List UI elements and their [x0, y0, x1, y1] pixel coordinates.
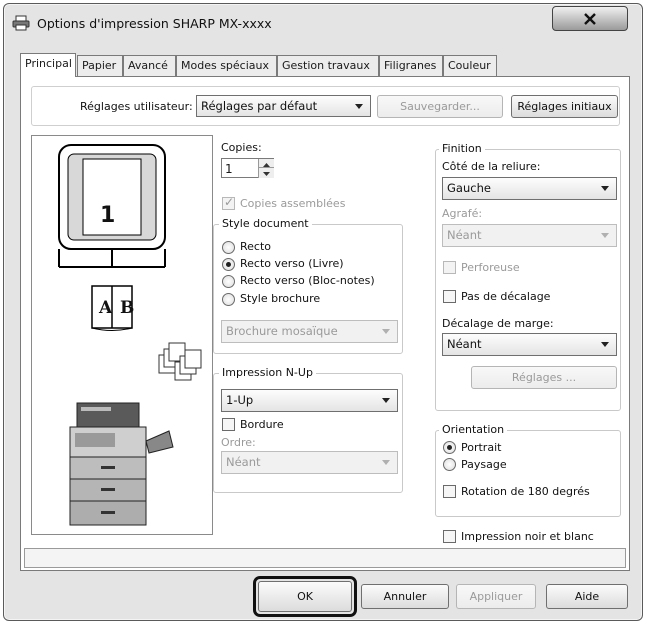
orientation-legend: Orientation	[439, 423, 508, 436]
print-preview-illustration	[58, 144, 202, 526]
order-label: Ordre:	[221, 436, 256, 449]
tab-gestion-travaux[interactable]: Gestion travaux	[277, 55, 379, 76]
arrow-down-icon	[263, 172, 270, 176]
preview-page-number: 1	[100, 203, 116, 228]
recto-label: Recto	[240, 240, 272, 253]
preview-book-left: A	[99, 298, 113, 318]
copies-value: 1	[225, 162, 233, 176]
collate-label: Copies assemblées	[240, 197, 346, 210]
margin-settings-button[interactable]: Réglages ...	[471, 366, 617, 389]
order-select[interactable]: Néant	[221, 451, 398, 474]
copies-stepper[interactable]: 1	[221, 158, 274, 178]
rotate-180-checkbox[interactable]	[443, 485, 456, 498]
cancel-button[interactable]: Annuler	[361, 584, 449, 609]
binding-value: Gauche	[447, 181, 491, 195]
nup-value: 1-Up	[226, 393, 254, 407]
brochure-select[interactable]: Brochure mosaïque	[221, 320, 398, 343]
document-style-legend: Style document	[219, 217, 312, 230]
finishing-legend: Finition	[439, 142, 485, 155]
preview-book-right: B	[120, 298, 135, 318]
preview-pane: 1 A B	[31, 135, 213, 535]
title-bar: Options d'impression SHARP MX-xxxx	[4, 4, 642, 44]
chevron-down-icon	[355, 104, 363, 109]
recto-verso-livre-radio[interactable]	[222, 258, 235, 271]
border-checkbox[interactable]	[222, 418, 235, 431]
recto-verso-bloc-notes-label: Recto verso (Bloc-notes)	[240, 274, 375, 287]
close-icon	[584, 12, 596, 25]
recto-verso-bloc-notes-radio[interactable]	[222, 275, 235, 288]
order-value: Néant	[226, 455, 261, 469]
tab-couleur[interactable]: Couleur	[443, 55, 497, 76]
recto-radio[interactable]	[222, 241, 235, 254]
tab-principal[interactable]: Principal	[20, 53, 76, 77]
printer-icon	[12, 15, 30, 31]
close-button[interactable]	[552, 6, 628, 31]
user-settings-select[interactable]: Réglages par défaut	[196, 95, 371, 117]
tab-modes-speciaux[interactable]: Modes spéciaux	[176, 55, 277, 76]
window-title: Options d'impression SHARP MX-xxxx	[37, 16, 272, 31]
user-settings-label: Réglages utilisateur:	[80, 100, 193, 113]
collate-checkbox[interactable]: ✓	[222, 195, 235, 210]
ok-button[interactable]: OK	[258, 581, 352, 612]
style-brochure-radio[interactable]	[222, 293, 235, 306]
style-brochure-label: Style brochure	[240, 292, 321, 305]
rotate-180-label: Rotation de 180 degrés	[461, 485, 590, 498]
principal-panel: Réglages utilisateur: Réglages par défau…	[20, 76, 630, 571]
brochure-value: Brochure mosaïque	[226, 324, 338, 338]
copies-label: Copies:	[221, 141, 262, 154]
margin-shift-select[interactable]: Néant	[442, 333, 617, 356]
chevron-down-icon	[382, 398, 390, 403]
chevron-down-icon	[382, 329, 390, 334]
tab-papier[interactable]: Papier	[77, 55, 123, 76]
print-options-dialog: Options d'impression SHARP MX-xxxx Princ…	[3, 3, 643, 621]
border-label: Bordure	[240, 418, 284, 431]
binding-select[interactable]: Gauche	[442, 177, 617, 200]
tab-avance[interactable]: Avancé	[123, 55, 176, 76]
nup-legend: Impression N-Up	[219, 366, 316, 379]
landscape-label: Paysage	[461, 458, 507, 471]
tab-filigranes[interactable]: Filigranes	[379, 55, 443, 76]
recto-verso-livre-label: Recto verso (Livre)	[240, 257, 344, 270]
portrait-radio[interactable]	[443, 441, 456, 454]
help-button[interactable]: Aide	[546, 584, 628, 609]
landscape-radio[interactable]	[443, 458, 456, 471]
staple-label: Agrafé:	[442, 207, 483, 220]
decrement-button[interactable]	[258, 168, 274, 178]
chevron-down-icon	[601, 186, 609, 191]
reset-settings-button[interactable]: Réglages initiaux	[511, 95, 618, 118]
save-settings-button[interactable]: Sauvegarder...	[377, 95, 503, 118]
binding-label: Côté de la reliure:	[442, 160, 541, 173]
no-offset-checkbox[interactable]	[443, 290, 456, 303]
no-offset-label: Pas de décalage	[461, 290, 551, 303]
black-white-checkbox[interactable]	[443, 530, 456, 543]
black-white-label: Impression noir et blanc	[461, 530, 594, 543]
increment-button[interactable]	[258, 159, 274, 168]
punch-label: Perforeuse	[461, 261, 520, 274]
nup-select[interactable]: 1-Up	[221, 389, 398, 412]
user-settings-value: Réglages par défaut	[201, 99, 318, 113]
status-field	[24, 548, 626, 568]
margin-shift-value: Néant	[447, 337, 482, 351]
portrait-label: Portrait	[461, 441, 502, 454]
checkmark-icon: ✓	[224, 195, 235, 209]
chevron-down-icon	[382, 460, 390, 465]
chevron-down-icon	[601, 342, 609, 347]
punch-checkbox[interactable]	[443, 261, 456, 274]
margin-shift-label: Décalage de marge:	[442, 317, 554, 330]
staple-select[interactable]: Néant	[442, 224, 617, 247]
chevron-down-icon	[601, 233, 609, 238]
staple-value: Néant	[447, 228, 482, 242]
apply-button[interactable]: Appliquer	[456, 584, 536, 609]
